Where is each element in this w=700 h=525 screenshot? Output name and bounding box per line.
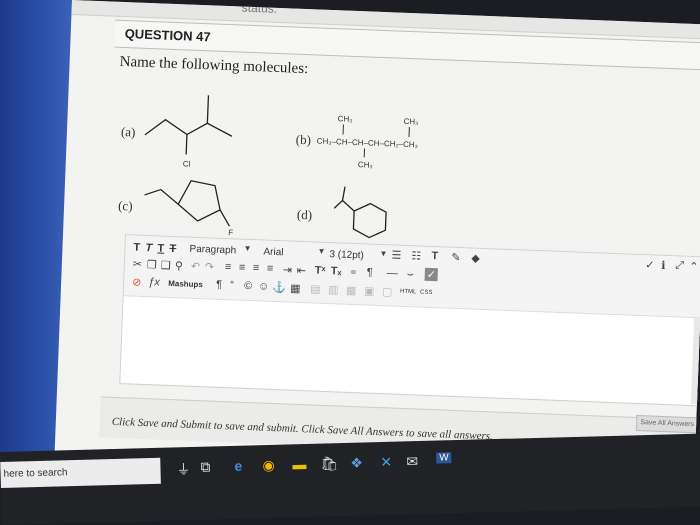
microphone-icon[interactable]: ⏚ [176,459,191,479]
table-delete-icon[interactable]: ▢ [382,285,393,298]
align-left-icon[interactable]: ≡ [225,261,232,273]
redo-icon[interactable]: ↷ [205,260,215,273]
footer-message: Click Save and Submit to save and submit… [111,415,493,443]
table-icon[interactable]: ▦ [290,282,301,295]
browser-screen: status. QUESTION 47 Name the following m… [53,0,700,495]
numbered-list-icon[interactable]: ☷ [411,249,421,262]
molecule-a-structure [144,95,233,155]
molecule-b-chain: CH₃–CH–CH–CH–CH₂–CH₃ [317,137,418,150]
align-right-icon[interactable]: ≡ [253,262,260,274]
subscript-icon[interactable]: Tₓ [331,265,342,277]
molecule-drawings: Cl CH₃ CH₃ CH₃–CH–CH–CH–CH₂–CH₃ CH₃ F [144,95,419,239]
spellcheck-icon[interactable]: ✓ [645,258,655,271]
italic-button[interactable]: T [145,242,152,254]
mail-icon[interactable]: ✉ [406,453,418,470]
checkbox-icon[interactable]: ✓ [424,267,439,282]
bullet-list-icon[interactable]: ☰ [391,248,401,261]
cut-icon[interactable]: ✂ [133,258,143,271]
word-icon[interactable]: W [436,452,452,464]
css-mode-button[interactable]: CSS [420,290,433,296]
save-all-answers-button[interactable]: Save All Answers [635,414,699,434]
molecule-b-top-left: CH₃ [337,114,352,124]
file-explorer-icon[interactable]: ▬ [292,456,306,472]
info-icon[interactable]: ℹ [661,259,666,272]
eraser-icon[interactable]: ◆ [471,252,480,265]
strikethrough-button[interactable]: T [169,243,176,255]
anchor-icon[interactable]: ⚓ [272,281,286,295]
paste-icon[interactable]: ❑ [161,259,171,272]
chrome-icon[interactable]: ◉ [262,457,275,474]
chevron-down-icon[interactable]: ▼ [379,249,387,258]
highlight-icon[interactable]: ✎ [451,251,461,264]
find-icon[interactable]: ⚲ [175,259,184,272]
undo-icon[interactable]: ↶ [191,260,201,273]
answer-editor[interactable]: T T T T Paragraph ▼ Arial ▼ 3 (12pt) ▼ ☰… [119,234,700,407]
superscript-icon[interactable]: Tˣ [315,265,326,277]
table-col-icon[interactable]: ▥ [328,283,339,296]
size-select[interactable]: 3 (12pt) [329,249,364,261]
html-mode-button[interactable]: HTML [400,289,417,296]
indent-icon[interactable]: ⇥ [283,263,293,276]
task-view-icon[interactable]: ⧉ [200,458,210,475]
molecule-b-bottom: CH₃ [358,160,373,170]
chevron-down-icon[interactable]: ▼ [317,247,325,256]
molecule-c-substituent: F [228,228,233,237]
molecule-c-structure [144,179,230,227]
molecule-d-structure [333,186,387,239]
table-props-icon[interactable]: ▣ [364,284,375,297]
collapse-icon[interactable]: ⌃ [689,260,699,273]
table-cell-icon[interactable]: ▦ [346,284,357,297]
taskbar-search-text: here to search [3,467,68,480]
table-row-icon[interactable]: ▤ [310,282,321,295]
store-icon[interactable]: 🛍 [320,455,338,472]
fullscreen-icon[interactable]: ⤢ [675,259,684,272]
paragraph-select[interactable]: Paragraph [189,244,236,257]
quote-icon[interactable]: “ [230,279,234,291]
molecule-b-top-right: CH₃ [403,117,418,127]
bold-button[interactable]: T [133,242,140,254]
align-center-icon[interactable]: ≡ [239,262,246,274]
app-x-icon[interactable]: ✕ [380,454,392,471]
copyright-icon[interactable]: © [244,280,253,292]
dropbox-icon[interactable]: ❖ [350,455,363,472]
molecule-a-substituent: Cl [183,159,191,168]
underline-button[interactable]: T [157,242,164,254]
formula-icon[interactable]: ƒx [148,276,160,288]
chevron-down-icon[interactable]: ▼ [243,244,251,253]
emoji-icon[interactable]: ☺ [258,280,270,292]
edge-icon[interactable]: e [234,458,242,474]
copy-icon[interactable]: ❐ [147,258,157,271]
justify-icon[interactable]: ≡ [267,263,274,275]
taskbar-search[interactable]: here to search [0,457,161,488]
ltr-icon[interactable]: ¶ [367,267,373,279]
text-color-icon[interactable]: T [431,250,438,262]
horizontal-rule-icon[interactable]: — [387,267,398,279]
special-char-icon[interactable]: ⌣ [406,268,414,281]
mashups-menu[interactable]: Mashups [168,279,203,289]
outdent-icon[interactable]: ⇤ [297,264,307,277]
font-select[interactable]: Arial [263,247,283,259]
link-icon[interactable]: ⚭ [349,266,359,279]
record-icon[interactable]: ⊘ [132,276,142,289]
pilcrow-icon[interactable]: ¶ [216,279,222,291]
